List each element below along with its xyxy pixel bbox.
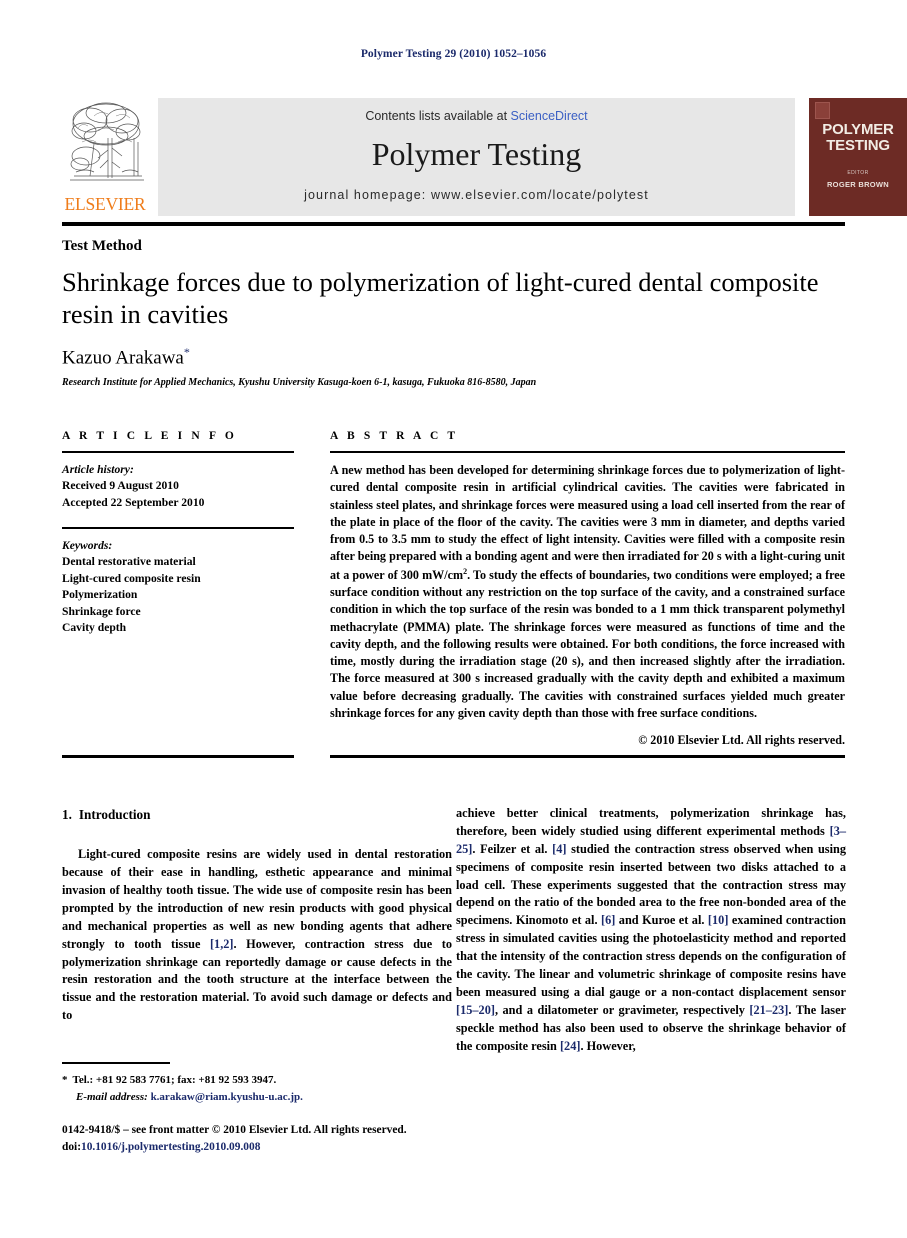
author-affiliation: Research Institute for Applied Mechanics… [62, 377, 537, 388]
keywords-block: Keywords: Dental restorative material Li… [62, 538, 294, 637]
cover-editor-name: ROGER BROWN [826, 180, 890, 189]
doi-label: doi: [62, 1141, 81, 1154]
article-history-label: Article history: [62, 463, 134, 476]
section-number: 1. [62, 807, 72, 822]
citation-ref[interactable]: [6] [601, 913, 615, 927]
body-text: . Feilzer et al. [472, 841, 553, 856]
article-accepted-date: Accepted 22 September 2010 [62, 495, 205, 509]
citation-ref[interactable]: [4] [552, 842, 566, 856]
imprint-footer: 0142-9418/$ – see front matter © 2010 El… [62, 1122, 482, 1156]
body-paragraph: Light-cured composite resins are widely … [62, 846, 452, 1025]
journal-title: Polymer Testing [371, 136, 582, 172]
keywords-label: Keywords: [62, 538, 113, 552]
body-text: Light-cured composite resins are widely … [62, 847, 452, 951]
elsevier-wordmark: ELSEVIER [64, 193, 146, 214]
abstract-text-part1: A new method has been developed for dete… [330, 463, 845, 582]
keyword-item: Polymerization [62, 588, 138, 602]
imprint-copyright: 0142-9418/$ – see front matter © 2010 El… [62, 1124, 407, 1136]
footnote-tel: Tel.: +81 92 583 7761; fax: +81 92 593 3… [72, 1074, 277, 1086]
abstract-copyright: © 2010 Elsevier Ltd. All rights reserved… [638, 733, 845, 748]
journal-banner: Contents lists available at ScienceDirec… [158, 98, 795, 216]
body-text: and Kuroe et al. [615, 913, 708, 928]
article-type-kicker: Test Method [62, 238, 142, 254]
body-text: achieve better clinical treatments, poly… [456, 806, 846, 838]
footnote-tel-line: * Tel.: +81 92 583 7761; fax: +81 92 593 … [62, 1072, 452, 1089]
body-text: . However, [580, 1038, 636, 1053]
body-divider-right [330, 755, 845, 758]
abstract-heading: A B S T R A C T [330, 430, 459, 442]
contents-line: Contents lists available at ScienceDirec… [158, 109, 795, 123]
author-name: Kazuo Arakawa* [62, 345, 190, 369]
keyword-item: Dental restorative material [62, 555, 196, 569]
abstract-text: A new method has been developed for dete… [330, 462, 845, 722]
keywords-divider [62, 527, 294, 529]
body-paragraph: achieve better clinical treatments, poly… [456, 805, 846, 1055]
abstract-text-part2: . To study the effects of boundaries, tw… [330, 567, 845, 720]
article-info-rule [62, 451, 294, 453]
running-head: Polymer Testing 29 (2010) 1052–1056 [360, 48, 547, 60]
citation-ref[interactable]: [10] [708, 913, 729, 927]
footnote-divider [62, 1062, 170, 1064]
keyword-item: Shrinkage force [62, 604, 141, 618]
article-history-block: Article history: Received 9 August 2010 … [62, 462, 294, 511]
masthead-divider [62, 222, 845, 226]
author-footnote: * Tel.: +81 92 583 7761; fax: +81 92 593 … [62, 1072, 452, 1105]
cover-editor-label: EDITOR [847, 170, 869, 176]
article-info-column: A R T I C L E I N F O Article history: R… [62, 430, 294, 637]
footnote-email-link[interactable]: k.arakaw@riam.kyushu-u.ac.jp. [151, 1091, 303, 1103]
elsevier-tree-icon [70, 102, 144, 181]
citation-ref[interactable]: [15–20] [456, 1003, 495, 1017]
author-label: Kazuo Arakawa [62, 347, 184, 369]
cover-title-line2: TESTING [826, 136, 890, 154]
section-heading-introduction: 1. Introduction [62, 805, 452, 824]
cover-title-line1: POLYMER [822, 121, 894, 138]
abstract-column: A B S T R A C T A new method has been de… [330, 430, 845, 748]
page-title: Shrinkage forces due to polymerization o… [62, 267, 819, 330]
imprint-doi-line: doi:10.1016/j.polymertesting.2010.09.008 [62, 1139, 482, 1156]
keyword-item: Cavity depth [62, 621, 127, 635]
section-title: Introduction [78, 807, 151, 822]
body-column-right: achieve better clinical treatments, poly… [456, 805, 846, 1055]
journal-homepage-link[interactable]: journal homepage: www.elsevier.com/locat… [158, 188, 795, 202]
article-info-heading: A R T I C L E I N F O [62, 430, 237, 442]
article-page: Polymer Testing 29 (2010) 1052–1056 ELSE… [0, 0, 907, 1238]
cover-stamp-icon [815, 102, 830, 119]
footnote-email-line: E-mail address: k.arakaw@riam.kyushu-u.a… [62, 1089, 452, 1106]
footnote-marker: * [62, 1074, 68, 1086]
elsevier-logo: ELSEVIER [62, 98, 148, 216]
body-text: , and a dilatometer or gravimeter, respe… [494, 1002, 750, 1017]
body-divider-left [62, 755, 294, 758]
body-column-left: 1. Introduction Light-cured composite res… [62, 805, 452, 1025]
footnote-email-label: E-mail address: [76, 1090, 148, 1103]
citation-ref[interactable]: [21–23] [749, 1003, 788, 1017]
keyword-item: Light-cured composite resin [62, 571, 201, 585]
cover-title: POLYMER TESTING [809, 122, 907, 154]
article-received-date: Received 9 August 2010 [62, 479, 179, 493]
citation-ref[interactable]: [1,2] [210, 937, 234, 951]
author-footnote-marker[interactable]: * [184, 345, 190, 359]
sciencedirect-link[interactable]: ScienceDirect [511, 109, 588, 123]
doi-link[interactable]: 10.1016/j.polymertesting.2010.09.008 [81, 1141, 260, 1153]
journal-masthead: ELSEVIER Contents lists available at Sci… [62, 98, 907, 216]
journal-cover-thumbnail: POLYMER TESTING EDITOR ROGER BROWN [809, 98, 907, 216]
contents-prefix: Contents lists available at [365, 109, 511, 123]
abstract-rule [330, 451, 845, 453]
citation-ref[interactable]: [24] [560, 1039, 581, 1053]
